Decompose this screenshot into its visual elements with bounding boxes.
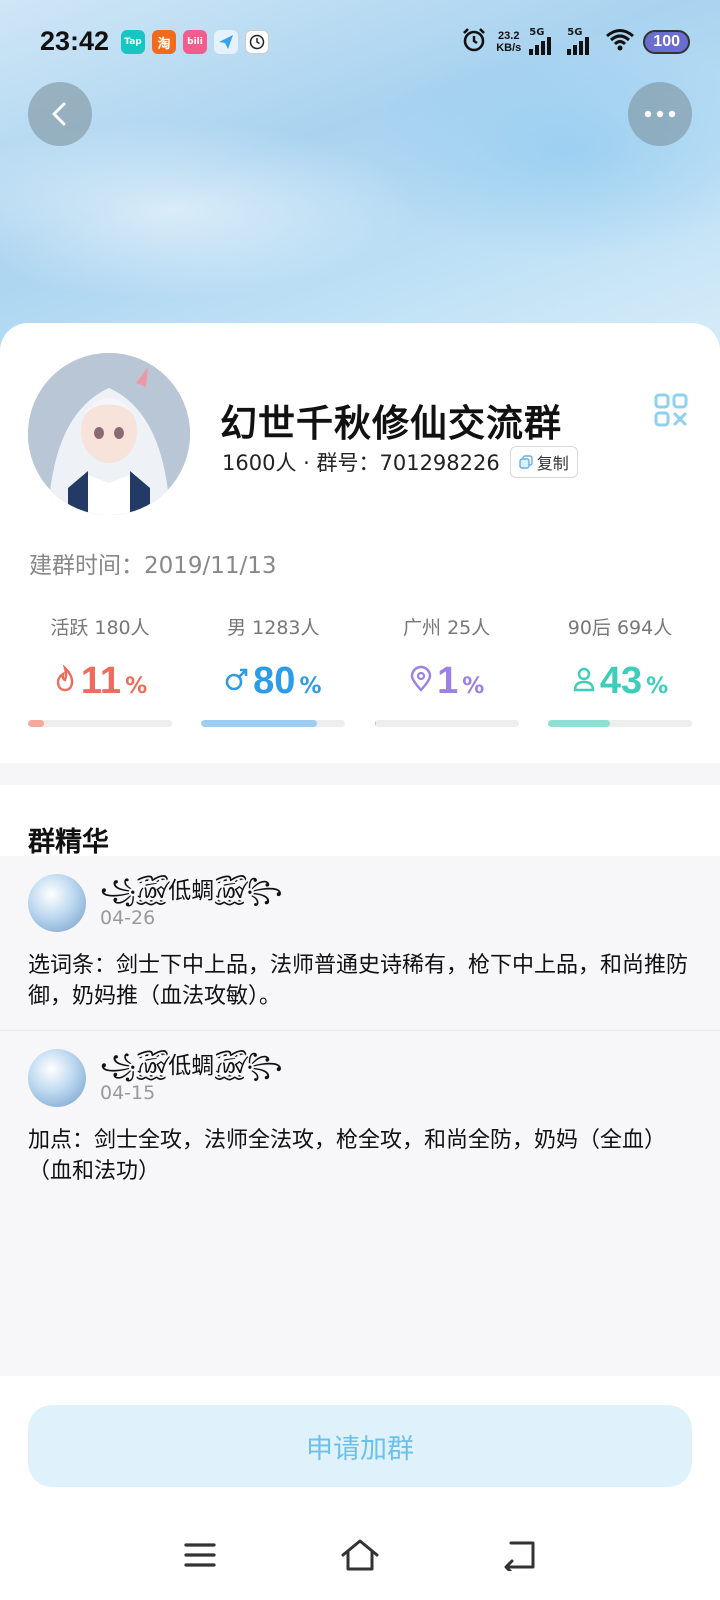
stat-bar-fill — [28, 720, 44, 727]
status-time: 23:42 — [40, 26, 110, 56]
alarm-icon — [460, 26, 488, 58]
group-meta: 1600人 · 群号：701298226 复制 — [222, 446, 578, 478]
messenger-icon — [214, 30, 238, 54]
bilibili-icon: bili — [183, 30, 207, 54]
section-divider — [0, 763, 720, 785]
location-icon — [410, 665, 432, 692]
clock-app-icon — [245, 30, 269, 54]
group-info-card: 幻世千秋修仙交流群 1600人 · 群号：701298226 复制 建群时间：2… — [0, 323, 720, 763]
nav-menu-button[interactable] — [175, 1530, 225, 1580]
stat-location: 广州 25人 1% — [374, 613, 519, 727]
essence-post[interactable]: ꧁꫞低蜩꫞꧂ 04-26 选词条：剑士下中上品，法师普通史诗稀有，枪下中上品，和… — [0, 856, 720, 1031]
avatar[interactable] — [28, 874, 86, 932]
stat-male: 男 1283人 80% — [201, 613, 346, 727]
join-group-button[interactable]: 申请加群 — [28, 1405, 692, 1487]
member-count: 1600人 · 群号：701298226 — [222, 451, 500, 475]
copy-button[interactable]: 复制 — [509, 446, 578, 478]
network-speed: 23.2 KB/s — [496, 30, 522, 54]
status-bar: 23:42 Tap 淘 bili 23.2 KB/s 5G 5G 100 — [0, 0, 720, 86]
system-nav-bar — [0, 1520, 720, 1590]
group-id: 701298226 — [379, 451, 500, 475]
avatar[interactable] — [28, 1049, 86, 1107]
post-author: ꧁꫞低蜩꫞꧂ — [100, 1053, 283, 1079]
more-options-button[interactable] — [628, 82, 692, 146]
copy-icon — [519, 455, 533, 469]
menu-icon — [184, 1543, 216, 1567]
male-icon — [225, 668, 248, 691]
home-icon — [341, 1539, 379, 1571]
post-date: 04-15 — [100, 1082, 156, 1104]
notification-app-icons: Tap 淘 bili — [121, 30, 269, 54]
qr-code-icon[interactable] — [654, 393, 688, 427]
back-button[interactable] — [28, 82, 92, 146]
group-avatar[interactable] — [28, 353, 190, 515]
essence-list: ꧁꫞低蜩꫞꧂ 04-26 选词条：剑士下中上品，法师普通史诗稀有，枪下中上品，和… — [0, 856, 720, 1376]
essence-title: 群精华 — [28, 827, 109, 858]
post-author: ꧁꫞低蜩꫞꧂ — [100, 878, 283, 904]
stat-bar-fill — [374, 720, 377, 727]
post-content: 加点：剑士全攻，法师全法攻，枪全攻，和尚全防，奶妈（全血）（血和法功） — [28, 1128, 667, 1184]
essence-post[interactable]: ꧁꫞低蜩꫞꧂ 04-15 加点：剑士全攻，法师全法攻，枪全攻，和尚全防，奶妈（全… — [0, 1031, 720, 1205]
nav-back-button[interactable] — [495, 1530, 545, 1580]
return-icon — [504, 1541, 535, 1571]
stat-age: 90后 694人 43% — [547, 613, 692, 727]
post-content: 选词条：剑士下中上品，法师普通史诗稀有，枪下中上品，和尚推防御，奶妈推（血法攻敏… — [28, 953, 689, 1009]
stat-active: 活跃 180人 11% — [28, 613, 172, 727]
signal-icon: 5G — [567, 27, 597, 55]
signal-icon: 5G — [529, 27, 559, 55]
stat-bar-fill — [201, 720, 317, 727]
nav-home-button[interactable] — [335, 1530, 385, 1580]
create-time: 建群时间：2019/11/13 — [29, 553, 277, 579]
battery-indicator: 100 — [643, 30, 690, 54]
flame-icon — [56, 665, 74, 692]
wifi-icon — [605, 28, 635, 56]
status-indicators: 23.2 KB/s 5G 5G 100 — [460, 26, 690, 58]
member-stats: 活跃 180人 11% 男 1283人 80% 广州 25人 1% 90后 69… — [28, 613, 692, 727]
taobao-icon: 淘 — [152, 30, 176, 54]
chevron-left-icon — [52, 102, 66, 126]
more-dots-icon — [644, 110, 676, 118]
person-icon — [573, 667, 595, 692]
taptap-icon: Tap — [121, 30, 145, 54]
stat-bar-fill — [547, 720, 610, 727]
post-date: 04-26 — [100, 907, 156, 929]
group-name: 幻世千秋修仙交流群 — [220, 402, 562, 445]
